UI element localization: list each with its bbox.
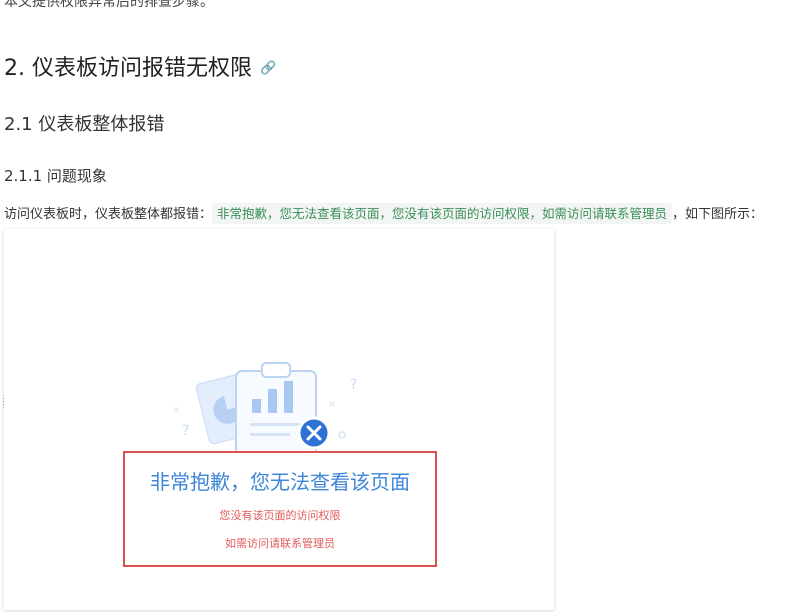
svg-text:?: ?	[182, 423, 189, 439]
section-heading-2-1-1: 2.1.1 问题现象	[4, 167, 107, 185]
error-screenshot: ? ? × × 非常抱歉，您无法查看该页面 您没有该页面的访问权限 如需访问请联…	[4, 229, 554, 610]
error-notice-title: 非常抱歉，您无法查看该页面	[150, 470, 410, 494]
error-notice-box: 非常抱歉，您无法查看该页面 您没有该页面的访问权限 如需访问请联系管理员	[123, 451, 437, 567]
section-heading-2-1: 2.1 仪表板整体报错	[4, 114, 165, 135]
section-heading-2-text: 2. 仪表板访问报错无权限	[4, 56, 252, 81]
problem-description: 访问仪表板时，仪表板整体都报错： 非常抱歉，您无法查看该页面，您没有该页面的访问权…	[4, 202, 763, 227]
error-notice-line2: 如需访问请联系管理员	[225, 537, 335, 550]
section-heading-2: 2. 仪表板访问报错无权限 🔗	[4, 54, 276, 84]
error-notice-line1: 您没有该页面的访问权限	[219, 509, 341, 522]
close-circle-icon	[297, 416, 331, 450]
error-message-code: 非常抱歉，您无法查看该页面，您没有该页面的访问权限，如需访问请联系管理员	[212, 203, 673, 224]
svg-text:×: ×	[172, 405, 180, 416]
intro-text: 本文提供权限异常后的排查步骤。	[4, 0, 214, 10]
svg-text:×: ×	[328, 399, 336, 410]
svg-text:?: ?	[350, 377, 357, 393]
problem-text-before: 访问仪表板时，仪表板整体都报错：	[4, 207, 213, 222]
problem-text-after: ，如下图所示：	[672, 207, 764, 222]
link-icon[interactable]: 🔗	[260, 61, 276, 76]
